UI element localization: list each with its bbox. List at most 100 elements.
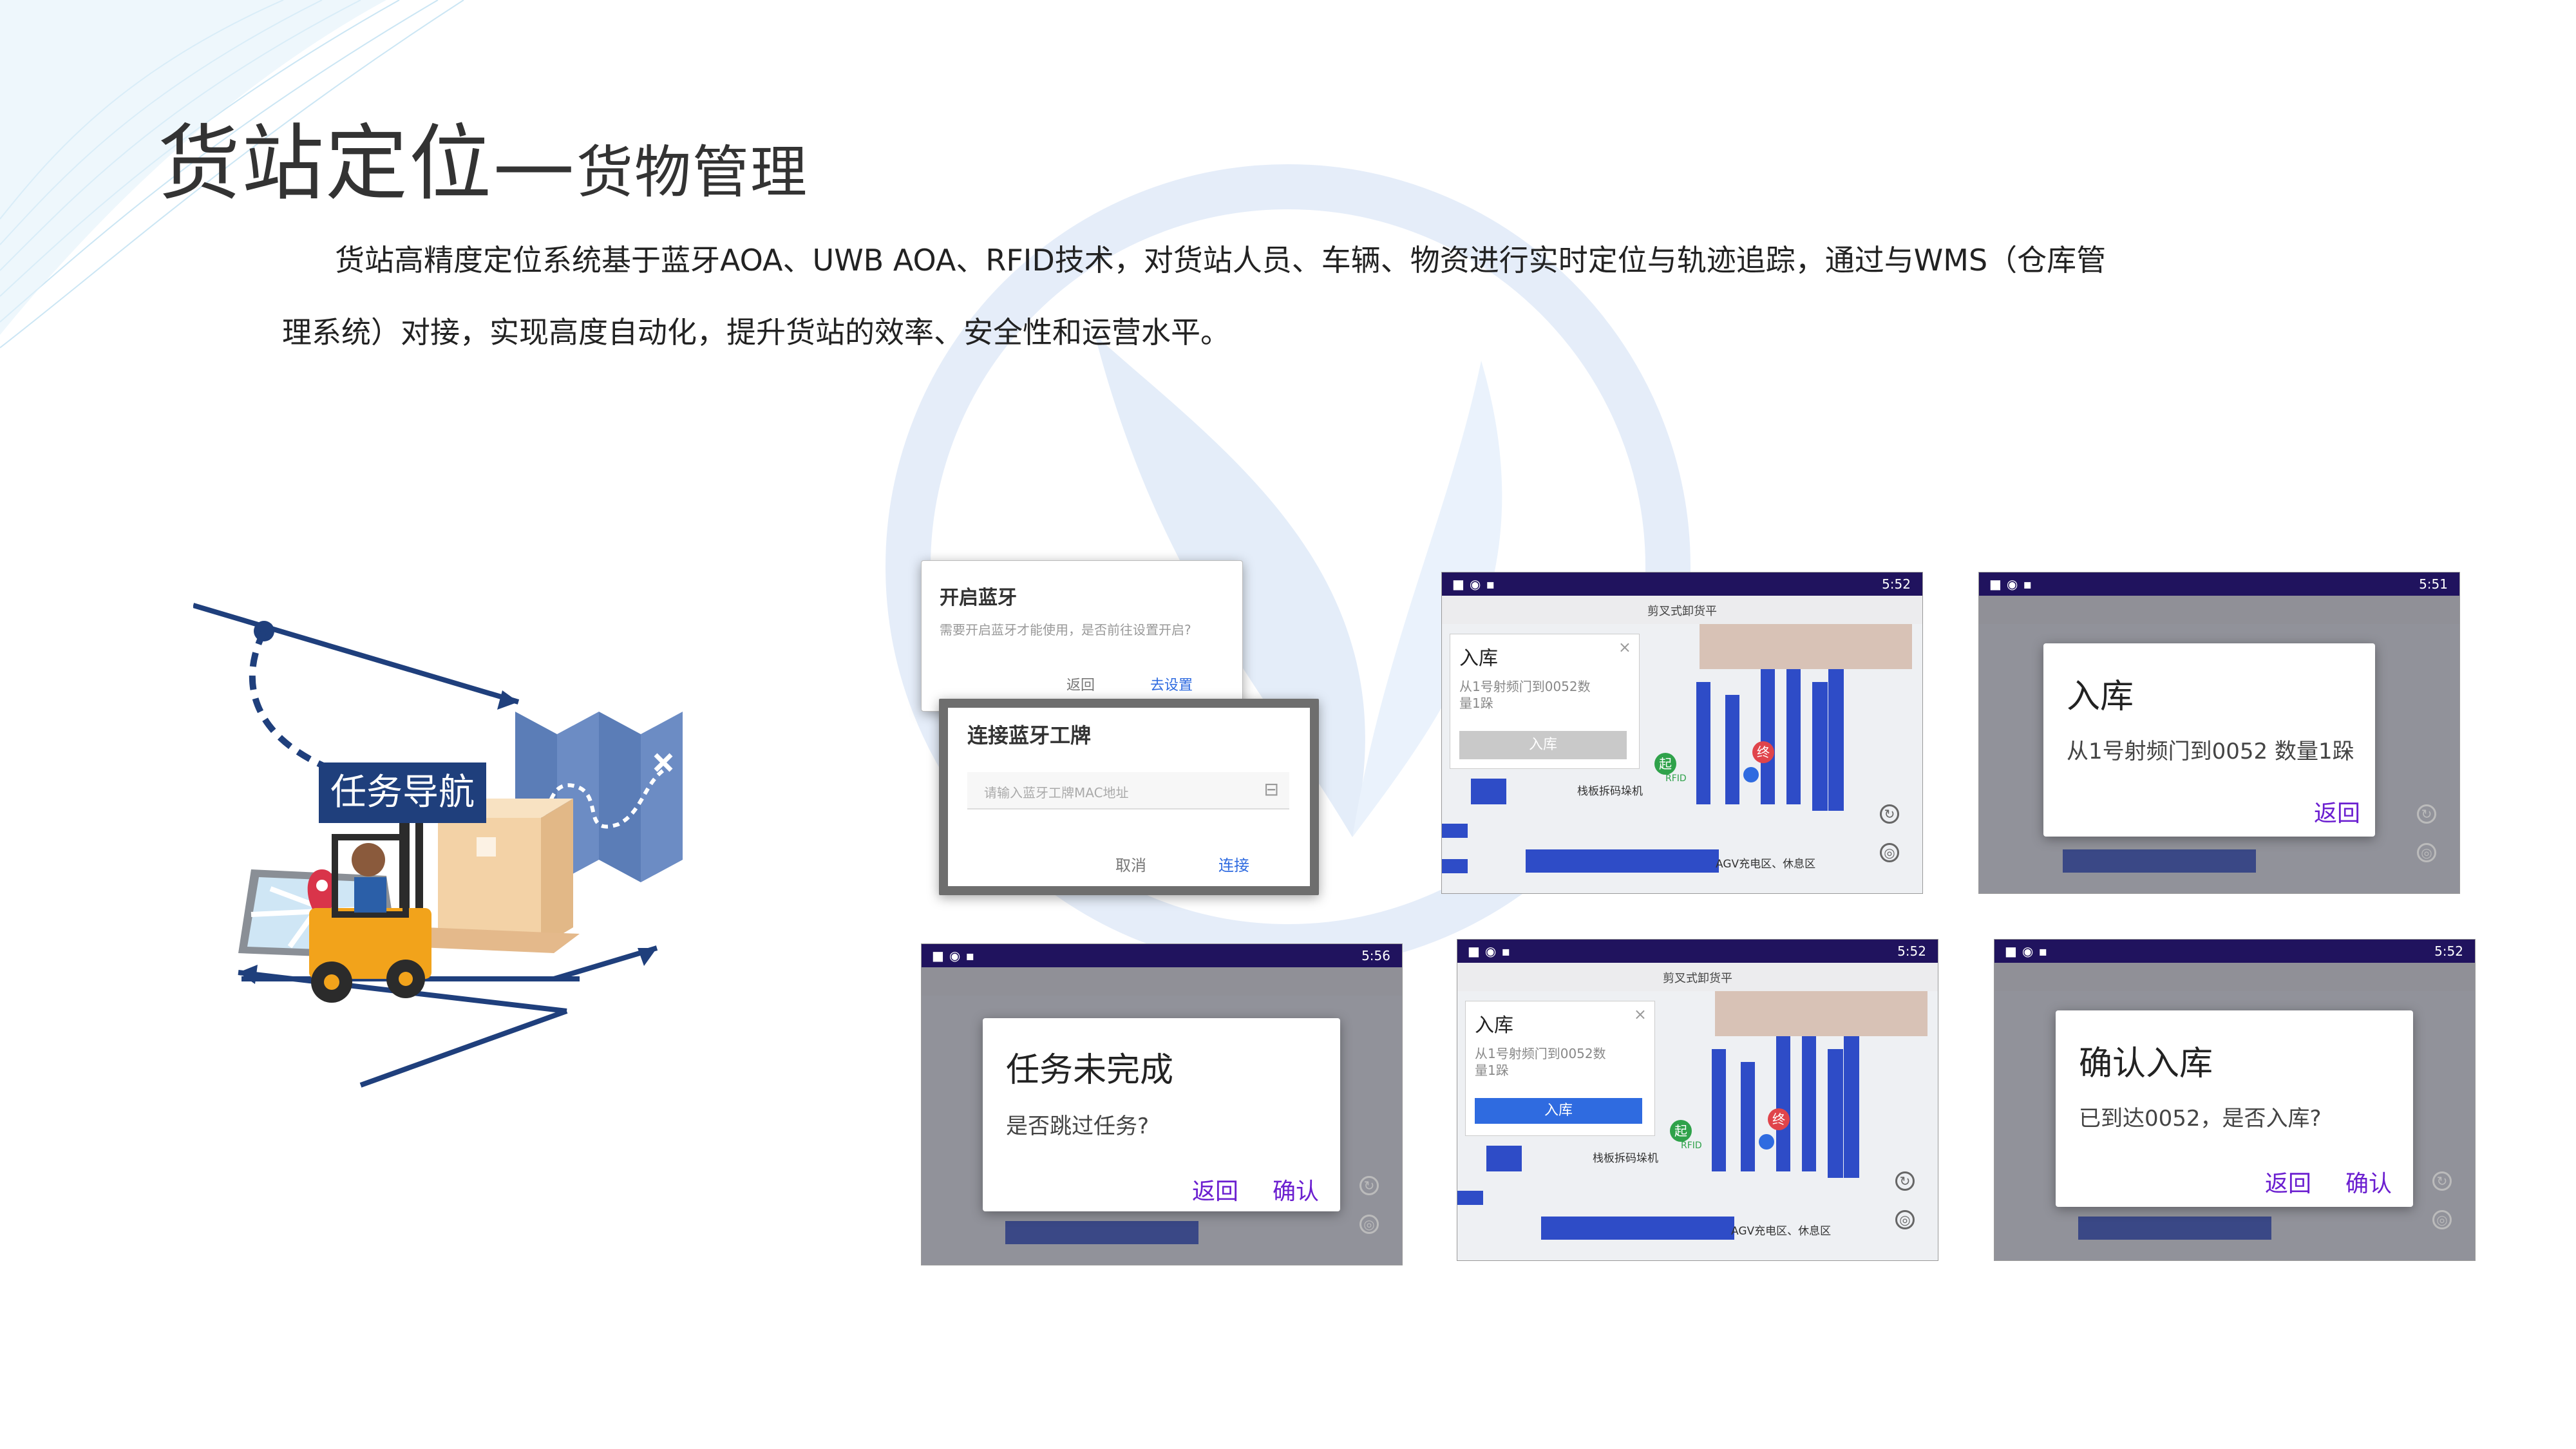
confirm-dialog-title: 确认入库 — [2079, 1045, 2213, 1083]
locate-icon[interactable]: ◎ — [1880, 843, 1899, 862]
mac-address-placeholder: 请输入蓝牙工牌MAC地址 — [984, 785, 1129, 800]
shelf-column — [1696, 682, 1710, 804]
connect-bluetooth-title: 连接蓝牙工牌 — [967, 723, 1092, 748]
locate-icon[interactable]: ◎ — [1895, 1210, 1915, 1229]
enable-bluetooth-title: 开启蓝牙 — [940, 587, 1017, 609]
shelf-row — [1526, 849, 1719, 873]
locate-icon[interactable]: ◎ — [2432, 1210, 2452, 1229]
task-dialog-back-button[interactable]: 返回 — [1192, 1173, 1238, 1206]
refresh-icon[interactable]: ↻ — [1359, 1176, 1379, 1195]
status-bar: ■◉▪ 5:51 — [1979, 573, 2459, 596]
map-header: 剪叉式卸货平 — [1457, 963, 1938, 991]
screenshot-bluetooth: 开启蓝牙 需要开启蓝牙才能使用，是否前往设置开启? 返回 去设置 连接蓝牙工牌 … — [921, 560, 1320, 895]
inbound-dialog: 入库 从1号射频门到0052 数量1跺 返回 — [2043, 643, 2375, 837]
nav-label: 任务导航 — [319, 762, 486, 823]
current-location-dot — [1743, 767, 1759, 782]
title-main: 货站定位 — [158, 116, 493, 212]
end-pin-icon: 终 — [1752, 741, 1774, 763]
inbound-dialog-title: 入库 — [2067, 677, 2134, 716]
page-title: 货站定位—货物管理 — [158, 97, 808, 216]
confirm-dialog-confirm-button[interactable]: 确认 — [2345, 1165, 2392, 1198]
screenshot-inbound-dialog: ■◉▪ 5:51 入库 从1号射频门到0052 数量1跺 返回 ↻ ◎ — [1978, 572, 2460, 894]
start-pin-icon: 起 — [1654, 753, 1676, 775]
notification-icons: ■◉▪ — [2005, 943, 2052, 959]
enable-bluetooth-back-button[interactable]: 返回 — [1066, 674, 1095, 694]
confirm-dialog-back-button[interactable]: 返回 — [2265, 1165, 2311, 1198]
dock-area — [1715, 991, 1927, 1036]
shelf-column — [1786, 669, 1801, 804]
confirm-dialog: 确认入库 已到达0052，是否入库? 返回 确认 — [2056, 1010, 2413, 1207]
intro-line-2: 理系统）对接，实现高度自动化，提升货站的效率、安全性和运营水平。 — [282, 315, 1230, 350]
task-dialog-title: 任务未完成 — [1006, 1051, 1174, 1090]
intro-line-1: 货站高精度定位系统基于蓝牙AOA、UWB AOA、RFID技术，对货站人员、车辆… — [335, 243, 2107, 278]
shelf-block — [1442, 824, 1468, 838]
notification-icons: ■◉▪ — [1452, 576, 1500, 592]
shelf-column — [1776, 1036, 1790, 1171]
navigation-illustration — [193, 603, 683, 1088]
pallet-machine-label: 栈板拆码垛机 — [1593, 1152, 1658, 1165]
shelf-column — [1741, 1062, 1755, 1171]
agv-area-label: AGV充电区、休息区 — [1716, 858, 1816, 871]
inbound-dialog-message: 从1号射频门到0052 数量1跺 — [2067, 739, 2354, 764]
shelf-block — [1442, 859, 1468, 873]
shelf-block — [1457, 1191, 1483, 1205]
status-time: 5:52 — [1882, 576, 1911, 592]
dock-area — [1700, 624, 1912, 669]
shelf-row — [1541, 1217, 1734, 1240]
shelf-block — [1486, 1146, 1522, 1171]
rfid-label: RFID — [1665, 773, 1687, 784]
shelf-column — [1712, 1049, 1726, 1171]
title-dash: — — [493, 116, 577, 212]
status-time: 5:51 — [2419, 576, 2448, 592]
status-bar: ■◉▪ 5:52 — [1442, 573, 1922, 596]
shelf-column — [1828, 669, 1844, 811]
rfid-label: RFID — [1681, 1141, 1702, 1151]
shelf-column — [1828, 1049, 1843, 1178]
screenshot-confirm-dialog: ■◉▪ 5:52 确认入库 已到达0052，是否入库? 返回 确认 ↻ ◎ — [1994, 939, 2476, 1261]
mac-address-input[interactable]: 请输入蓝牙工牌MAC地址 ⊟ — [967, 772, 1289, 810]
refresh-icon[interactable]: ↻ — [2432, 1171, 2452, 1191]
refresh-icon[interactable]: ↻ — [1895, 1171, 1915, 1191]
shelf-column — [1725, 695, 1739, 804]
task-dialog: 任务未完成 是否跳过任务? 返回 确认 — [983, 1018, 1340, 1211]
locate-icon[interactable]: ◎ — [2417, 843, 2436, 862]
refresh-icon[interactable]: ↻ — [1880, 804, 1899, 824]
locate-icon[interactable]: ◎ — [1359, 1215, 1379, 1234]
end-pin-icon: 终 — [1768, 1108, 1790, 1130]
inbound-button[interactable]: 入库 — [1475, 1098, 1642, 1124]
inbound-panel-title: 入库 — [1475, 1014, 1513, 1037]
inbound-panel-text: 从1号射频门到0052数量1跺 — [1459, 679, 1591, 711]
agv-area-label: AGV充电区、休息区 — [1731, 1225, 1832, 1238]
connect-cancel-button[interactable]: 取消 — [1115, 853, 1146, 875]
inbound-panel: 入库 × 从1号射频门到0052数量1跺 入库 — [1450, 634, 1640, 769]
connect-bluetooth-dialog: 连接蓝牙工牌 请输入蓝牙工牌MAC地址 ⊟ 取消 连接 — [939, 699, 1319, 895]
status-bar: ■◉▪ 5:52 — [1994, 940, 2475, 963]
status-time: 5:52 — [2434, 943, 2463, 959]
close-icon[interactable]: × — [1618, 638, 1631, 656]
shelf-column — [1802, 1036, 1816, 1171]
close-icon[interactable]: × — [1634, 1005, 1647, 1023]
task-dialog-confirm-button[interactable]: 确认 — [1273, 1173, 1319, 1206]
status-time: 5:52 — [1897, 943, 1926, 959]
inbound-dialog-back-button[interactable]: 返回 — [2314, 795, 2360, 828]
current-location-dot — [1759, 1134, 1774, 1150]
notification-icons: ■◉▪ — [1468, 943, 1515, 959]
enable-bluetooth-dialog: 开启蓝牙 需要开启蓝牙才能使用，是否前往设置开启? 返回 去设置 — [921, 560, 1243, 712]
screenshot-map-a: ■◉▪ 5:52 剪叉式卸货平 入库 × 从1号射频门到0052数量1跺 入库 起… — [1441, 572, 1923, 894]
title-sub: 货物管理 — [576, 139, 809, 205]
notification-icons: ■◉▪ — [932, 948, 980, 963]
inbound-panel: 入库 × 从1号射频门到0052数量1跺 入库 — [1465, 1001, 1655, 1136]
go-to-settings-button[interactable]: 去设置 — [1150, 674, 1193, 694]
confirm-dialog-message: 已到达0052，是否入库? — [2079, 1106, 2322, 1132]
shelf-column — [1761, 669, 1775, 804]
scan-icon[interactable]: ⊟ — [1264, 779, 1279, 800]
notification-icons: ■◉▪ — [1989, 576, 2037, 592]
inbound-button[interactable]: 入库 — [1459, 731, 1627, 759]
task-dialog-message: 是否跳过任务? — [1006, 1113, 1150, 1139]
inbound-panel-title: 入库 — [1459, 647, 1498, 670]
pallet-machine-label: 栈板拆码垛机 — [1577, 785, 1643, 798]
connect-button[interactable]: 连接 — [1218, 853, 1249, 875]
shelf-column — [1812, 682, 1828, 811]
refresh-icon[interactable]: ↻ — [2417, 804, 2436, 824]
shelf-block — [1471, 779, 1506, 804]
